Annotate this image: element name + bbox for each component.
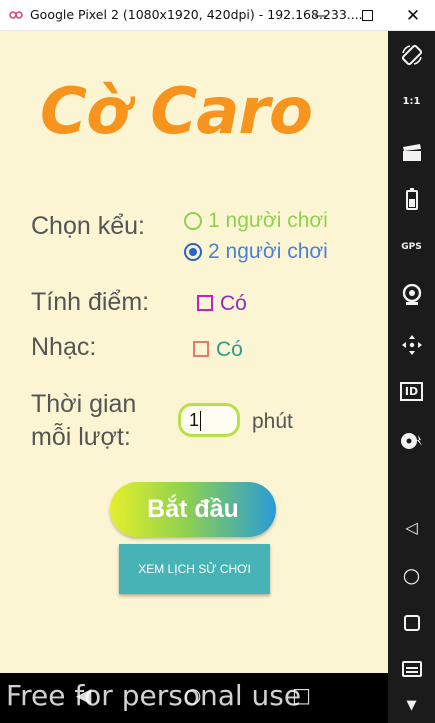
music-label: Nhạc: bbox=[31, 333, 97, 361]
window-titlebar: Google Pixel 2 (1080x1920, 420dpi) - 192… bbox=[0, 0, 435, 31]
score-label: Tính điểm: bbox=[31, 288, 150, 316]
mode-option-1-label: 1 người chơi bbox=[208, 209, 328, 232]
close-icon: ✕ bbox=[405, 5, 421, 26]
scale-button[interactable]: 1:1 bbox=[388, 83, 435, 119]
emulator-toolbar: 1:1 GPS ID ◁ ○ ▼ bbox=[388, 31, 435, 723]
watermark: Free for personal use bbox=[6, 679, 302, 712]
home-button[interactable]: ○ bbox=[388, 557, 435, 593]
app-screen: Cờ Caro Chọn kểu: 1 người chơi 2 người c… bbox=[0, 31, 388, 723]
close-button[interactable]: ✕ bbox=[390, 0, 435, 31]
score-checkbox-label: Có bbox=[220, 292, 247, 315]
menu-button[interactable] bbox=[388, 651, 435, 687]
time-label-line1: Thời gian bbox=[31, 390, 137, 418]
dpad-button[interactable] bbox=[388, 327, 435, 363]
view-history-button[interactable]: XEM LỊCH SỬ CHƠI bbox=[119, 544, 270, 594]
score-checkbox[interactable] bbox=[197, 295, 213, 311]
emulator-logo-icon bbox=[9, 11, 23, 19]
music-checkbox-label: Có bbox=[216, 338, 243, 361]
disk-button[interactable] bbox=[388, 423, 435, 459]
time-per-turn-input[interactable]: 1 bbox=[178, 403, 240, 437]
mode-option-2-label: 2 người chơi bbox=[208, 240, 328, 263]
maximize-button[interactable] bbox=[344, 0, 390, 31]
home-icon: ○ bbox=[402, 563, 421, 587]
mode-label: Chọn kểu: bbox=[31, 212, 145, 240]
battery-icon bbox=[405, 188, 418, 210]
clapperboard-icon bbox=[402, 144, 421, 161]
id-button[interactable]: ID bbox=[388, 373, 435, 409]
radio-1-player[interactable] bbox=[184, 212, 202, 230]
scale-icon: 1:1 bbox=[402, 95, 421, 107]
time-label-line2: mỗi lượt: bbox=[31, 423, 131, 451]
game-title: Cờ Caro bbox=[40, 75, 313, 149]
gps-button[interactable]: GPS bbox=[388, 229, 435, 265]
rotate-icon bbox=[401, 44, 422, 66]
id-icon: ID bbox=[399, 381, 424, 401]
back-button[interactable]: ◁ bbox=[388, 509, 435, 545]
screen-record-button[interactable] bbox=[388, 135, 435, 171]
minimize-button[interactable]: — bbox=[298, 0, 344, 31]
start-button[interactable]: Bắt đầu bbox=[110, 482, 276, 537]
minimize-icon: — bbox=[314, 7, 328, 24]
overview-icon bbox=[403, 615, 420, 631]
time-input-value: 1 bbox=[189, 410, 200, 430]
disk-icon bbox=[400, 433, 422, 449]
maximize-icon bbox=[361, 10, 373, 21]
radio-2-player[interactable] bbox=[184, 243, 202, 261]
text-caret bbox=[200, 411, 202, 432]
camera-button[interactable] bbox=[388, 277, 435, 313]
battery-button[interactable] bbox=[388, 181, 435, 217]
expand-button[interactable]: ▼ bbox=[388, 687, 435, 723]
chevron-down-icon: ▼ bbox=[406, 697, 417, 713]
dpad-icon bbox=[401, 335, 422, 355]
time-unit-label: phút bbox=[252, 410, 293, 433]
menu-icon bbox=[401, 661, 422, 677]
camera-icon bbox=[402, 284, 421, 305]
rotate-button[interactable] bbox=[388, 37, 435, 73]
back-icon: ◁ bbox=[405, 517, 418, 537]
music-checkbox[interactable] bbox=[193, 341, 209, 357]
gps-icon: GPS bbox=[401, 242, 422, 252]
overview-button[interactable] bbox=[388, 605, 435, 641]
